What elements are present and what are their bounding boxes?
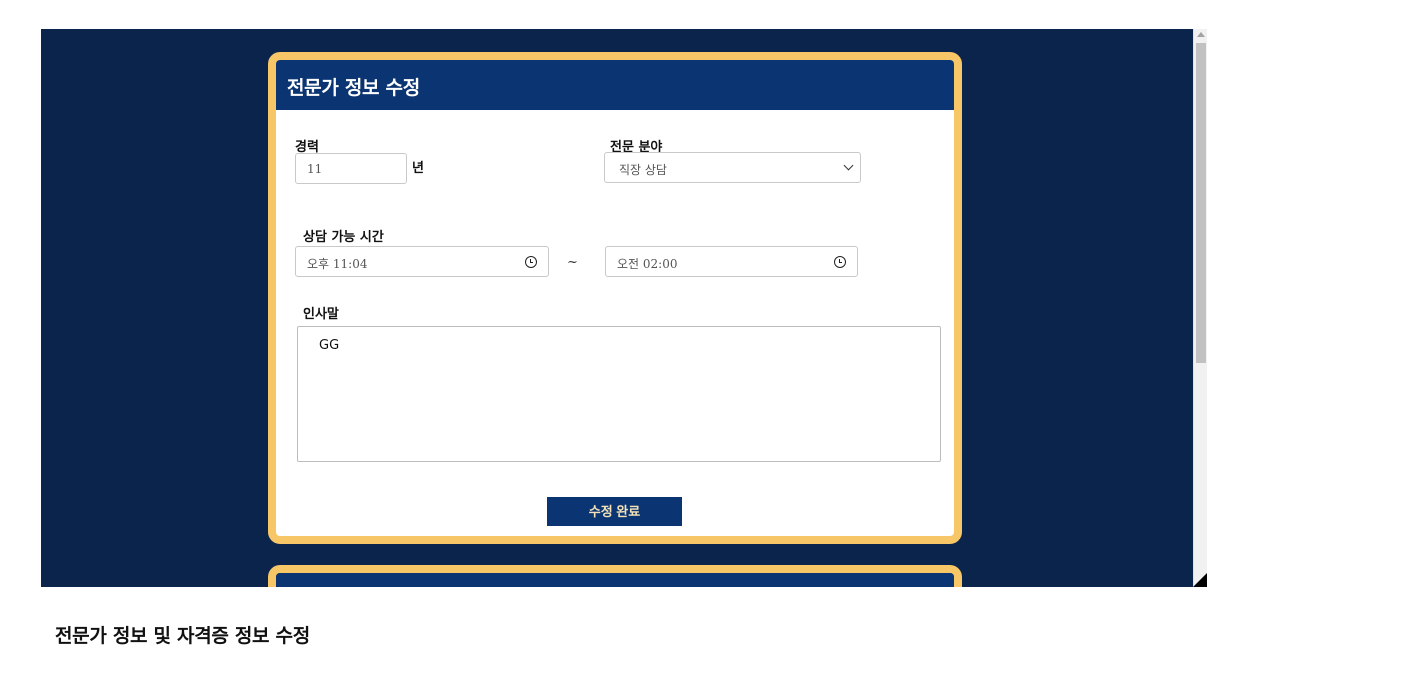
start-time-input[interactable]: 오후 11:04 (295, 246, 549, 277)
resize-corner (1193, 573, 1207, 587)
greeting-textarea[interactable]: GG (297, 326, 941, 462)
field-selected-value: 직장 상담 (619, 163, 667, 177)
scroll-up-arrow-icon[interactable] (1197, 32, 1205, 37)
hours-label: 상담 가능 시간 (303, 230, 384, 245)
certificate-info-card (268, 565, 962, 587)
expert-info-edit-card: 전문가 정보 수정 경력 11 년 전문 분야 직장 상담 상담 가능 시간 오… (268, 52, 962, 544)
page-caption: 전문가 정보 및 자격증 정보 수정 (55, 625, 310, 647)
time-range-separator: ~ (567, 255, 578, 270)
certificate-card-header (276, 573, 954, 587)
greeting-text: GG (319, 338, 340, 353)
career-input[interactable]: 11 (295, 153, 407, 184)
career-value: 11 (307, 162, 323, 176)
vertical-scrollbar[interactable] (1193, 29, 1207, 587)
card-title: 전문가 정보 수정 (276, 60, 954, 110)
clock-icon[interactable] (834, 256, 846, 268)
start-time-value: 오후 11:04 (307, 257, 368, 271)
browser-viewport: 전문가 정보 수정 경력 11 년 전문 분야 직장 상담 상담 가능 시간 오… (41, 29, 1207, 587)
career-unit: 년 (412, 161, 424, 176)
scrollbar-thumb[interactable] (1196, 43, 1206, 363)
chevron-down-icon (843, 160, 854, 171)
submit-button[interactable]: 수정 완료 (547, 497, 682, 526)
field-select[interactable]: 직장 상담 (604, 152, 861, 183)
end-time-input[interactable]: 오전 02:00 (605, 246, 858, 277)
greeting-label: 인사말 (303, 307, 339, 322)
clock-icon[interactable] (525, 256, 537, 268)
end-time-value: 오전 02:00 (617, 257, 678, 271)
